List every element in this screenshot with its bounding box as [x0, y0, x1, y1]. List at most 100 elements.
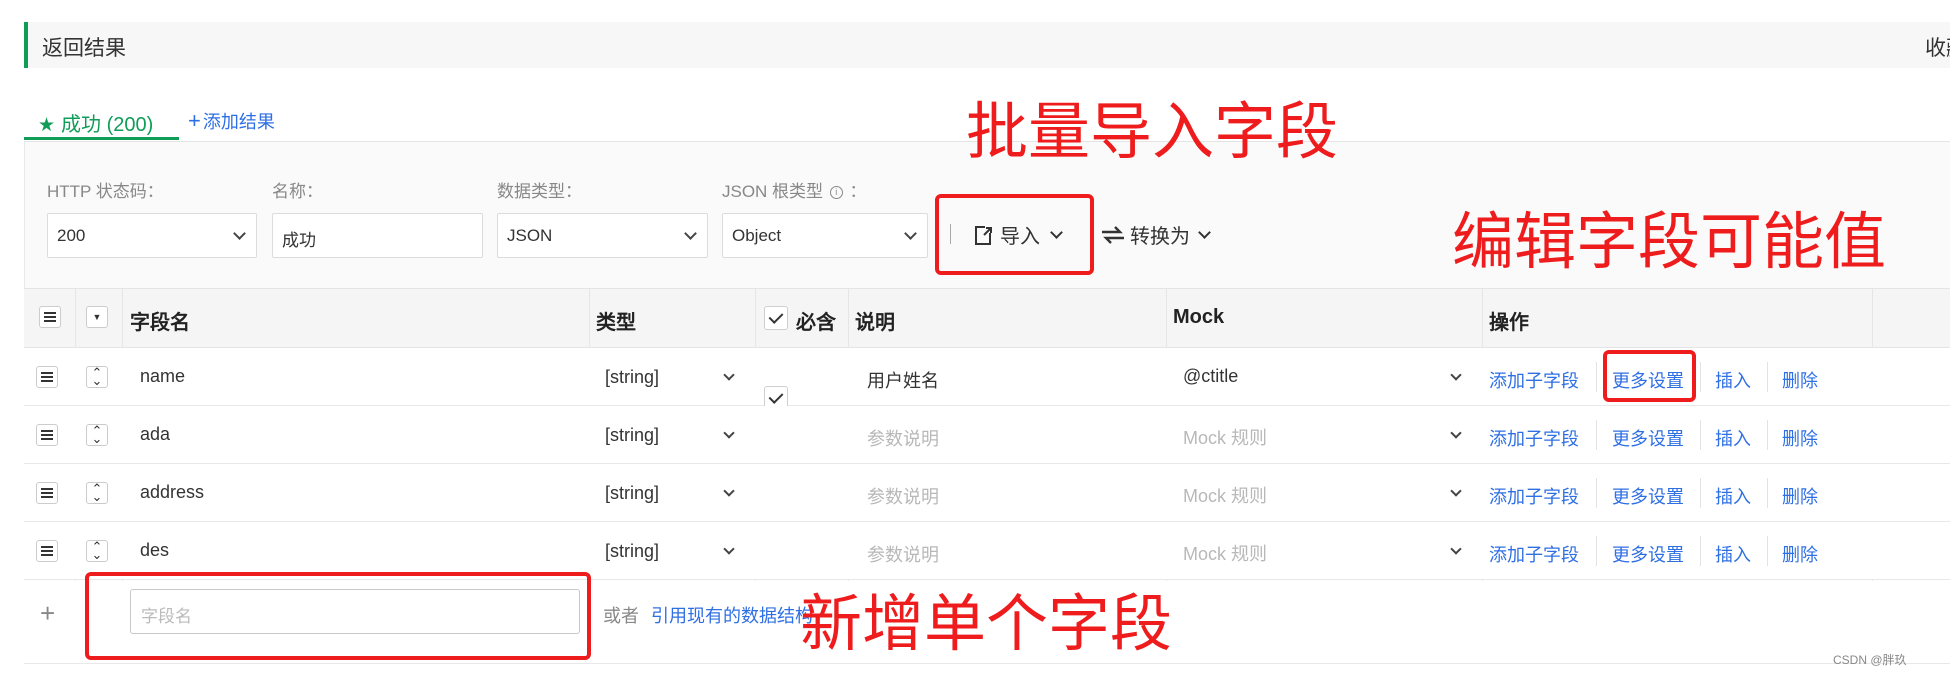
add-child-field-link[interactable]: 添加子字段 [1489, 483, 1579, 509]
http-status-select[interactable]: 200 [47, 213, 257, 258]
add-result-label: 添加结果 [202, 112, 275, 132]
watermark: CSDN @胖玖 [1833, 653, 1907, 667]
action-divider [1767, 536, 1768, 566]
add-child-field-link[interactable]: 添加子字段 [1489, 425, 1579, 451]
annotation-add-single: 新增单个字段 [800, 590, 1173, 659]
row-menu-handle[interactable] [36, 540, 58, 562]
convert-button[interactable]: 转换为 [1100, 220, 1211, 249]
field-name-cell[interactable]: address [140, 482, 204, 503]
add-child-field-link[interactable]: 添加子字段 [1489, 367, 1579, 393]
info-icon[interactable]: i [829, 186, 843, 200]
mock-select[interactable]: @ctitle [1183, 366, 1238, 387]
add-child-field-link[interactable]: 添加子字段 [1489, 541, 1579, 567]
row-drag-handle[interactable]: ⌃ ⌄ [86, 540, 108, 562]
menu-icon [41, 488, 53, 498]
convert-label: 转换为 [1130, 226, 1190, 248]
name-input[interactable]: 成功 [272, 213, 483, 258]
action-divider [1596, 478, 1597, 508]
chevron-down-icon [684, 227, 697, 240]
data-type-select[interactable]: JSON [497, 213, 708, 258]
annotation-box-more-settings [1603, 350, 1696, 402]
th-actions: 操作 [1489, 312, 1529, 334]
description-input[interactable]: 参数说明 [867, 425, 939, 451]
caret-down-icon: ▼ [92, 312, 102, 322]
type-select[interactable]: [string] [605, 483, 659, 504]
insert-link[interactable]: 插入 [1715, 483, 1751, 509]
add-row-plus-icon[interactable]: + [40, 598, 55, 629]
th-field-name: 字段名 [130, 312, 190, 334]
field-name-cell[interactable]: name [140, 366, 185, 387]
description-input[interactable]: 参数说明 [867, 541, 939, 567]
type-select[interactable]: [string] [605, 425, 659, 446]
sort-icon: ⌃ ⌄ [91, 365, 103, 388]
table-header [24, 288, 1950, 348]
tab-success-label: 成功 (200) [61, 114, 154, 136]
menu-icon [41, 546, 53, 556]
insert-link[interactable]: 插入 [1715, 367, 1751, 393]
action-divider [1596, 362, 1597, 392]
name-label: 名称： [272, 182, 323, 201]
row-menu-handle[interactable] [36, 366, 58, 388]
or-text: 或者 [603, 606, 639, 626]
json-root-select[interactable]: Object [722, 213, 928, 258]
description-input[interactable]: 参数说明 [867, 483, 939, 509]
select-all-menu[interactable] [39, 306, 61, 328]
action-divider [1767, 478, 1768, 508]
mock-select[interactable]: Mock 规则 [1183, 482, 1267, 508]
action-divider [1700, 536, 1701, 566]
th-mock: Mock [1173, 306, 1225, 328]
data-type-value: JSON [507, 226, 553, 245]
section-title: 返回结果 [42, 37, 126, 60]
more-settings-link[interactable]: 更多设置 [1612, 541, 1684, 567]
required-all-checkbox[interactable] [764, 306, 788, 330]
delete-link[interactable]: 删除 [1782, 367, 1818, 393]
json-root-label: JSON 根类型 i ： [722, 177, 867, 202]
type-select[interactable]: [string] [605, 541, 659, 562]
reference-structure-link[interactable]: 引用现有的数据结构 [651, 602, 813, 628]
chevron-down-icon [904, 227, 917, 240]
more-settings-link[interactable]: 更多设置 [1612, 425, 1684, 451]
json-root-value: Object [732, 226, 782, 245]
row-drag-handle[interactable]: ⌃ ⌄ [86, 366, 108, 388]
name-value: 成功 [282, 231, 316, 250]
row-drag-handle[interactable]: ⌃ ⌄ [86, 482, 108, 504]
action-divider [1596, 536, 1597, 566]
action-divider [1700, 362, 1701, 392]
sort-icon: ⌃ ⌄ [91, 423, 103, 446]
th-required: 必含 [796, 312, 836, 334]
th-type: 类型 [596, 312, 636, 334]
type-select[interactable]: [string] [605, 367, 659, 388]
description-input[interactable]: 用户姓名 [867, 367, 939, 393]
annotation-box-import [935, 194, 1094, 275]
section-header [24, 22, 1950, 68]
insert-link[interactable]: 插入 [1715, 541, 1751, 567]
row-drag-handle[interactable]: ⌃ ⌄ [86, 424, 108, 446]
chevron-down-icon [233, 227, 246, 240]
more-settings-link[interactable]: 更多设置 [1612, 483, 1684, 509]
add-result-link[interactable]: + 添加结果 [188, 108, 275, 134]
field-name-cell[interactable]: ada [140, 424, 170, 445]
annotation-edit-values: 编辑字段可能值 [1452, 208, 1887, 277]
star-icon: ★ [38, 115, 56, 136]
row-menu-handle[interactable] [36, 482, 58, 504]
delete-link[interactable]: 删除 [1782, 425, 1818, 451]
tab-success[interactable]: ★ 成功 (200) [24, 104, 179, 140]
expand-menu[interactable]: ▼ [86, 306, 108, 328]
field-name-cell[interactable]: des [140, 540, 169, 561]
insert-link[interactable]: 插入 [1715, 425, 1751, 451]
json-root-colon: ： [849, 182, 867, 201]
delete-link[interactable]: 删除 [1782, 483, 1818, 509]
mock-select[interactable]: Mock 规则 [1183, 540, 1267, 566]
annotation-batch-import: 批量导入字段 [966, 98, 1339, 167]
row-menu-handle[interactable] [36, 424, 58, 446]
collect-button[interactable]: 收藏 [1925, 32, 1950, 62]
sort-icon: ⌃ ⌄ [91, 481, 103, 504]
action-divider [1596, 420, 1597, 450]
plus-icon: + [188, 108, 201, 133]
json-root-label-text: JSON 根类型 [722, 182, 824, 201]
http-status-label: HTTP 状态码： [47, 182, 164, 201]
action-divider [1700, 478, 1701, 508]
delete-link[interactable]: 删除 [1782, 541, 1818, 567]
mock-select[interactable]: Mock 规则 [1183, 424, 1267, 450]
menu-icon [44, 312, 56, 322]
